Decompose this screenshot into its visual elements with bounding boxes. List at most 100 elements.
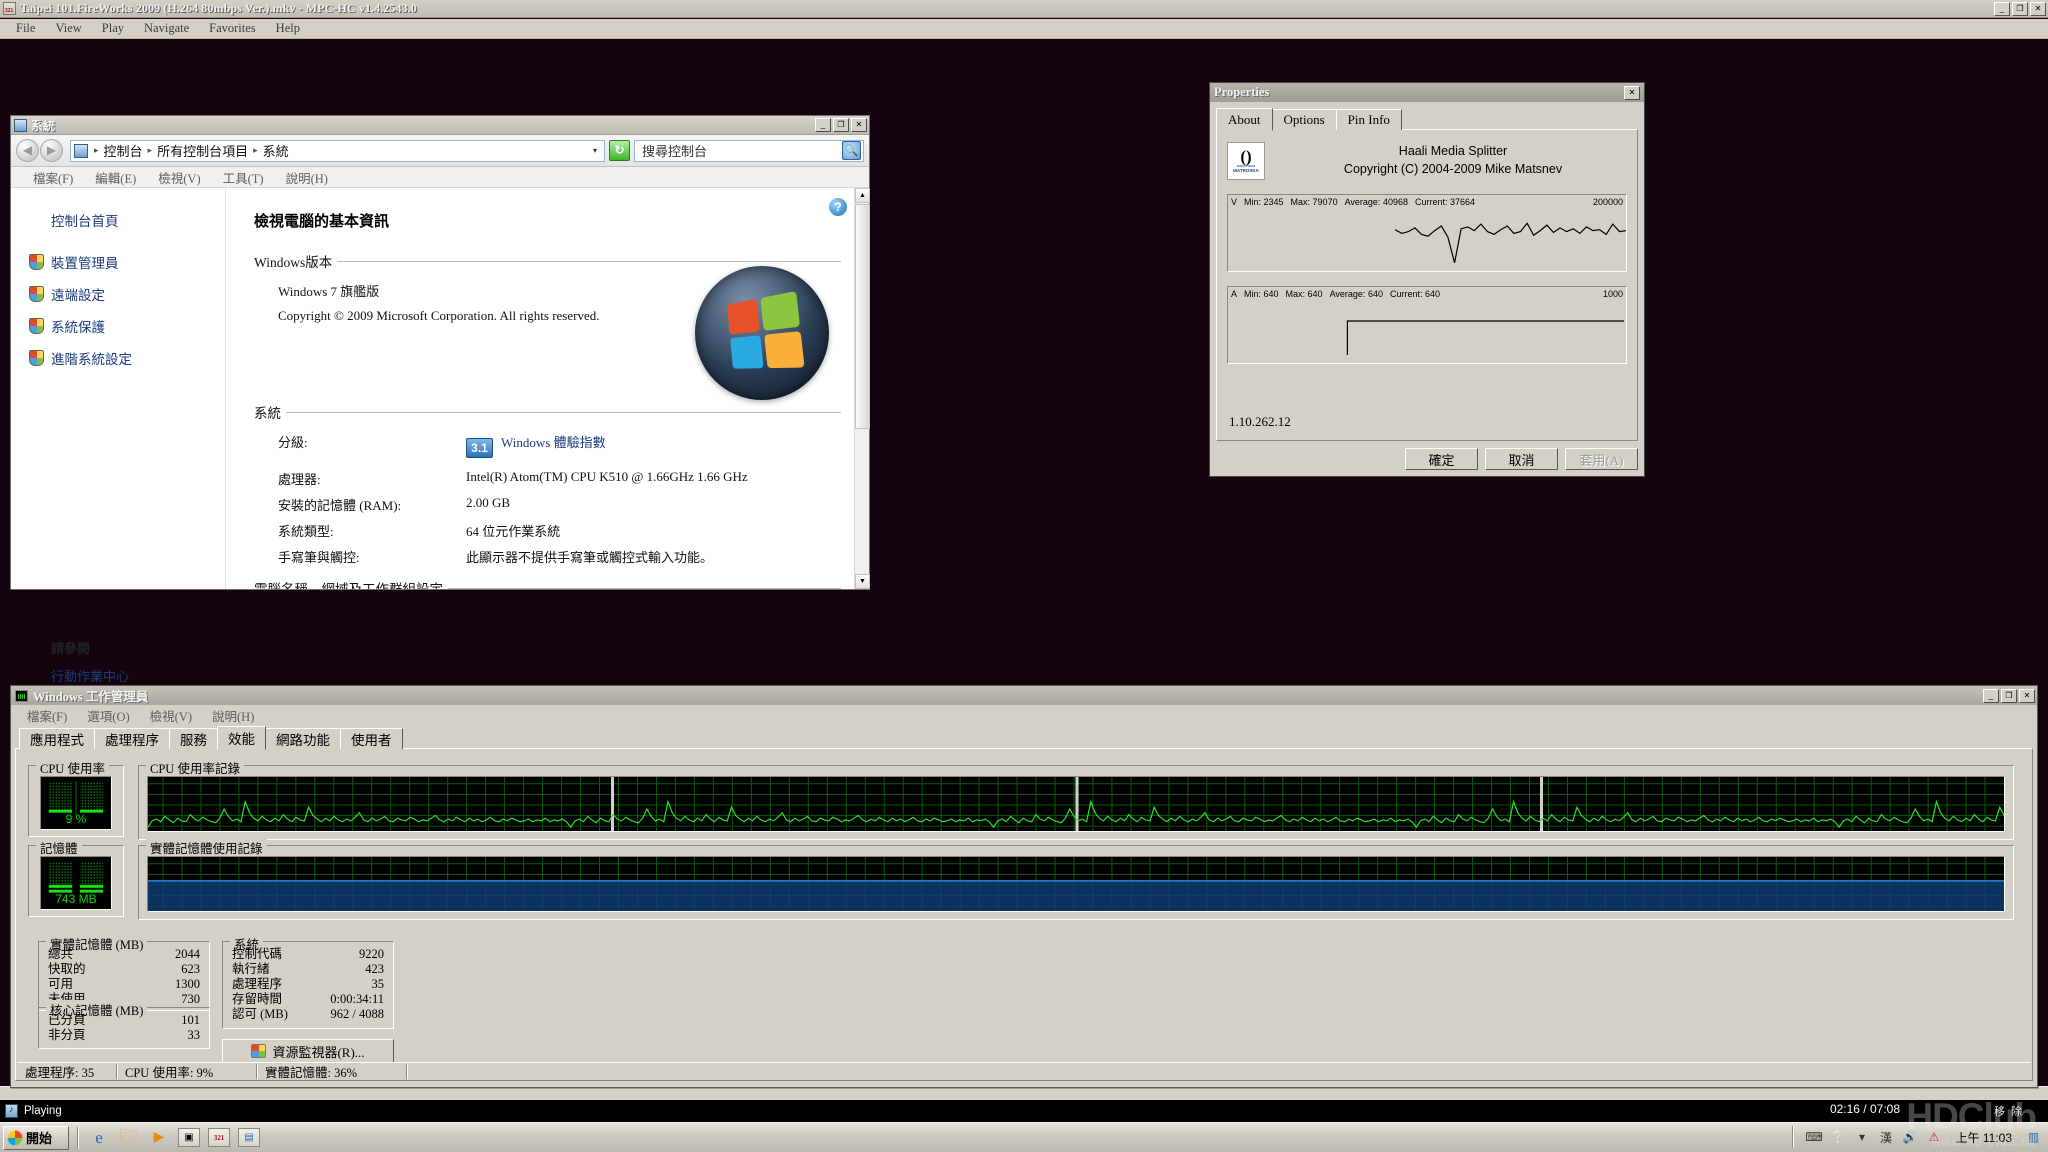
row-value: 962 / 4088 bbox=[330, 1007, 384, 1021]
close-icon[interactable]: ✕ bbox=[851, 118, 867, 132]
tab-options[interactable]: Options bbox=[1271, 109, 1337, 130]
quicklaunch-remote-desktop[interactable]: ▤ bbox=[234, 1125, 264, 1151]
close-icon[interactable]: ✕ bbox=[2019, 688, 2035, 703]
menu-options[interactable]: 選項(O) bbox=[77, 706, 139, 725]
breadcrumb-system[interactable]: 系統 bbox=[261, 141, 291, 160]
audio-scale-label: 1000 bbox=[1602, 289, 1623, 299]
menu-view[interactable]: 檢視(V) bbox=[147, 168, 211, 187]
quicklaunch-folder[interactable]: 🗁 bbox=[114, 1125, 144, 1151]
ime-icon[interactable]: 漢 bbox=[1878, 1129, 1895, 1146]
tab-pin-info[interactable]: Pin Info bbox=[1335, 109, 1402, 130]
breadcrumb-control-panel[interactable]: 控制台 bbox=[102, 141, 145, 160]
tab-about[interactable]: About bbox=[1216, 108, 1273, 131]
sidebar-item-system-protection[interactable]: 系統保護 bbox=[29, 316, 225, 336]
menu-view[interactable]: View bbox=[45, 20, 91, 37]
group-label: 電腦名稱、網域及工作群組設定 bbox=[254, 578, 448, 589]
minimize-icon[interactable]: _ bbox=[1994, 2, 2010, 16]
forward-button[interactable]: ▶ bbox=[40, 139, 63, 162]
menu-help[interactable]: Help bbox=[266, 20, 310, 37]
table-row-system-type: 系統類型: 64 位元作業系統 bbox=[278, 521, 841, 540]
menu-view[interactable]: 檢視(V) bbox=[140, 706, 202, 725]
video-average-label: Average: 40968 bbox=[1344, 197, 1408, 207]
keyboard-icon[interactable]: ⌨ bbox=[1805, 1129, 1822, 1146]
audio-current-label: Current: 640 bbox=[1389, 289, 1440, 299]
menu-file[interactable]: 檔案(F) bbox=[17, 706, 77, 725]
menu-favorites[interactable]: Favorites bbox=[199, 20, 266, 37]
scroll-up-icon[interactable]: ▲ bbox=[855, 188, 870, 203]
chevron-right-icon: ▸ bbox=[147, 145, 153, 155]
matroska-icon: () матрёшка MATROSKA bbox=[1227, 142, 1265, 180]
quicklaunch-show-desktop[interactable]: ▣ bbox=[174, 1125, 204, 1151]
search-icon[interactable]: 🔍 bbox=[842, 141, 861, 160]
close-icon[interactable]: ✕ bbox=[1624, 85, 1640, 100]
about-text: Haali Media Splitter Copyright (C) 2004-… bbox=[1279, 142, 1627, 176]
quicklaunch-mpc-hc[interactable]: 321 bbox=[204, 1125, 234, 1151]
see-also-action-center[interactable]: 行動作業中心 bbox=[51, 666, 225, 685]
quicklaunch-internet-explorer[interactable]: e bbox=[84, 1125, 114, 1151]
audio-graph-plot bbox=[1346, 320, 1625, 355]
search-input[interactable] bbox=[640, 141, 842, 160]
video-max-label: Max: 79070 bbox=[1290, 197, 1338, 207]
menu-edit[interactable]: 編輯(E) bbox=[84, 168, 147, 187]
search-box[interactable]: 🔍 bbox=[634, 139, 864, 162]
seek-bar[interactable] bbox=[0, 1086, 2048, 1100]
sidebar-item-label: 系統保護 bbox=[51, 320, 105, 335]
menu-navigate[interactable]: Navigate bbox=[134, 20, 199, 37]
minimize-icon[interactable]: _ bbox=[815, 118, 831, 132]
tab-services[interactable]: 服務 bbox=[169, 728, 218, 749]
start-button[interactable]: 開始 bbox=[3, 1125, 69, 1150]
tab-processes[interactable]: 處理程序 bbox=[94, 728, 170, 749]
row-label: 安裝的記憶體 (RAM): bbox=[278, 498, 402, 513]
display-icon[interactable]: ▥ bbox=[2025, 1129, 2042, 1146]
sidebar-item-advanced-system-settings[interactable]: 進階系統設定 bbox=[29, 348, 225, 368]
cancel-button[interactable]: 取消 bbox=[1485, 448, 1558, 470]
help-icon[interactable]: ❔ bbox=[1830, 1129, 1847, 1146]
menu-help[interactable]: 說明(H) bbox=[275, 168, 339, 187]
mpc-hc-icon bbox=[3, 2, 16, 15]
vertical-scrollbar[interactable]: ▲ ▼ bbox=[854, 188, 870, 589]
menu-file[interactable]: File bbox=[6, 20, 45, 37]
menu-help[interactable]: 說明(H) bbox=[202, 706, 264, 725]
refresh-icon[interactable]: ↻ bbox=[609, 140, 630, 161]
volume-icon[interactable]: 🔊 bbox=[1902, 1129, 1919, 1146]
row-value: 623 bbox=[181, 962, 200, 976]
internet-explorer-icon: e bbox=[95, 1127, 103, 1147]
help-icon[interactable]: ? bbox=[829, 198, 847, 216]
about-header: () матрёшка MATROSKA Haali Media Splitte… bbox=[1227, 142, 1627, 180]
chevron-down-icon[interactable]: ▾ bbox=[589, 146, 601, 155]
sidebar-item-device-manager[interactable]: 裝置管理員 bbox=[29, 252, 225, 272]
cpu-usage-value: 9 % bbox=[65, 812, 87, 826]
resource-monitor-button[interactable]: 資源監視器(R)... bbox=[222, 1039, 394, 1063]
tab-performance[interactable]: 效能 bbox=[217, 726, 266, 750]
menu-tools[interactable]: 工具(T) bbox=[212, 168, 275, 187]
menu-file[interactable]: 檔案(F) bbox=[22, 168, 84, 187]
windows-experience-index-link[interactable]: Windows 體驗指數 bbox=[501, 435, 606, 450]
clock[interactable]: 上午 11:03 bbox=[1950, 1129, 2018, 1146]
cpu-history-group-label: CPU 使用率記錄 bbox=[146, 758, 244, 777]
tab-applications[interactable]: 應用程式 bbox=[19, 728, 95, 749]
network-icon[interactable]: ⚠ bbox=[1926, 1129, 1943, 1146]
show-hidden-icons-icon[interactable]: ▾ bbox=[1854, 1129, 1871, 1146]
tab-users[interactable]: 使用者 bbox=[340, 728, 403, 749]
tab-networking[interactable]: 網路功能 bbox=[265, 728, 341, 749]
address-bar[interactable]: ▸ 控制台 ▸ 所有控制台項目 ▸ 系統 ▾ bbox=[70, 139, 605, 162]
video-scale-label: 200000 bbox=[1592, 197, 1623, 207]
back-button[interactable]: ◀ bbox=[16, 139, 39, 162]
scroll-down-icon[interactable]: ▼ bbox=[855, 574, 870, 589]
menu-play[interactable]: Play bbox=[92, 20, 134, 37]
physical-memory-table: 總共 2044 快取的 623 可用 1300 未使用 730 bbox=[48, 947, 200, 1007]
minimize-icon[interactable]: _ bbox=[1983, 688, 1999, 703]
close-icon[interactable]: ✕ bbox=[2030, 2, 2046, 16]
maximize-icon[interactable]: ❐ bbox=[2001, 688, 2017, 703]
shield-icon bbox=[29, 286, 44, 302]
breadcrumb-all-items[interactable]: 所有控制台項目 bbox=[155, 141, 250, 160]
sidebar-item-control-panel-home[interactable]: 控制台首頁 bbox=[51, 210, 225, 230]
maximize-icon[interactable]: ❐ bbox=[833, 118, 849, 132]
cpu-usage-gauge: 9 % bbox=[40, 776, 112, 830]
maximize-icon[interactable]: ❐ bbox=[2012, 2, 2028, 16]
quicklaunch-media-player[interactable]: ▶ bbox=[144, 1125, 174, 1151]
sidebar-item-remote-settings[interactable]: 遠端設定 bbox=[29, 284, 225, 304]
ok-button[interactable]: 確定 bbox=[1405, 448, 1478, 470]
task-manager-tabstrip: 應用程式 處理程序 服務 效能 網路功能 使用者 bbox=[11, 725, 2037, 750]
scrollbar-thumb[interactable] bbox=[855, 204, 870, 429]
